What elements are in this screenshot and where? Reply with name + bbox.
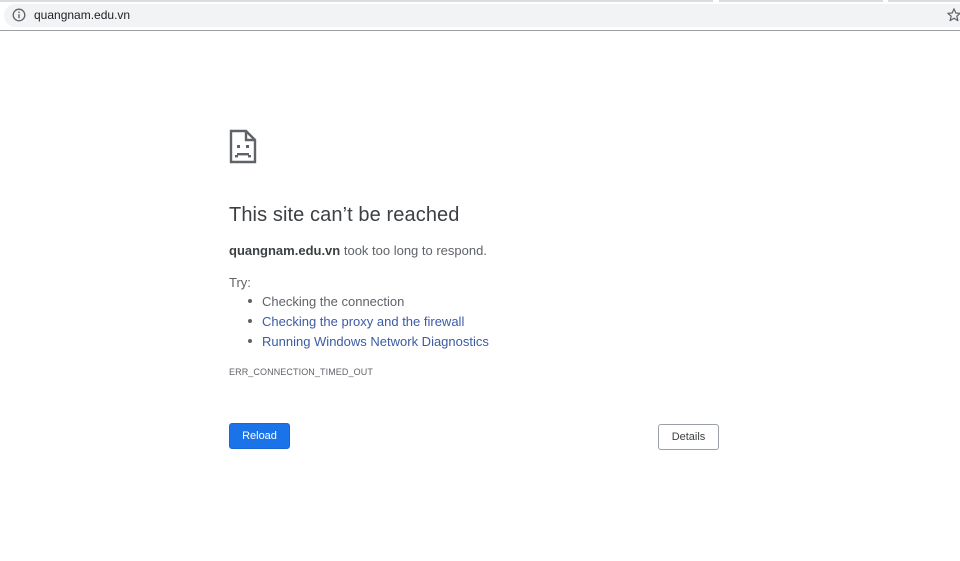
suggestion-check-proxy-link[interactable]: Checking the proxy and the firewall: [247, 314, 489, 334]
browser-toolbar: quangnam.edu.vn: [0, 0, 960, 31]
url-text[interactable]: quangnam.edu.vn: [34, 8, 130, 23]
suggestions-list: Checking the connection Checking the pro…: [247, 294, 489, 354]
tab-strip-edge: [719, 0, 883, 2]
suggestion-network-diagnostics-link[interactable]: Running Windows Network Diagnostics: [247, 334, 489, 354]
error-summary-text: took too long to respond.: [340, 243, 487, 258]
tab-strip-edge: [888, 0, 960, 2]
error-host: quangnam.edu.vn: [229, 243, 341, 258]
try-label: Try:: [229, 275, 251, 290]
error-title: This site can’t be reached: [229, 204, 460, 226]
tab-strip-edge: [0, 0, 713, 2]
suggestion-check-connection: Checking the connection: [247, 294, 489, 314]
address-bar[interactable]: [4, 4, 960, 27]
error-summary: quangnam.edu.vn took too long to respond…: [229, 243, 487, 258]
star-outline-icon[interactable]: [946, 7, 960, 23]
details-button[interactable]: Details: [658, 424, 719, 450]
error-code: ERR_CONNECTION_TIMED_OUT: [229, 367, 373, 377]
reload-button[interactable]: Reload: [229, 423, 290, 449]
info-circle-icon[interactable]: [12, 8, 26, 22]
sad-document-icon: [229, 129, 257, 164]
